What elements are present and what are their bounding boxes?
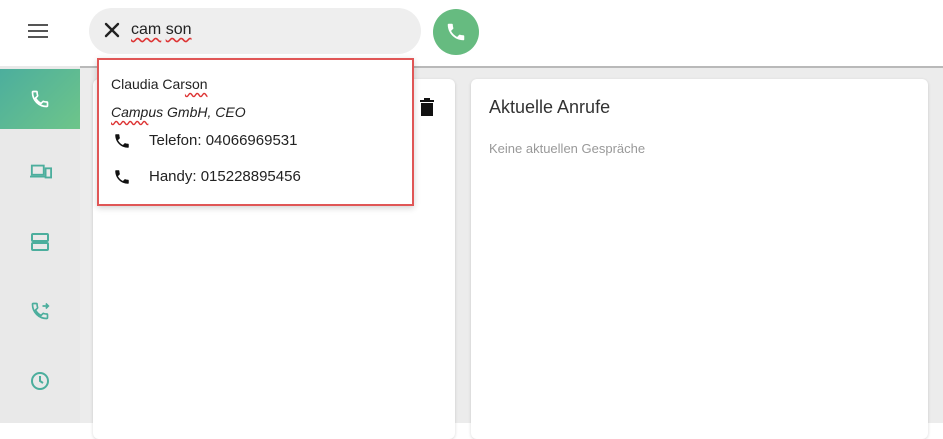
contact-company: Campus GmbH, CEO	[111, 104, 246, 120]
clock-icon	[31, 372, 49, 390]
devices-icon	[30, 164, 52, 179]
sidebar-item-history[interactable]	[0, 351, 80, 411]
phone-icon	[31, 90, 49, 108]
search-query[interactable]: cam son	[131, 21, 191, 39]
current-calls-card: Aktuelle Anrufe Keine aktuellen Gespräch…	[471, 79, 928, 439]
contact-name-prefix: Claudia Car	[111, 76, 185, 92]
search-field[interactable]: cam son	[89, 8, 421, 54]
current-calls-title: Aktuelle Anrufe	[489, 97, 611, 117]
contact-company-rest: us GmbH, CEO	[148, 104, 246, 120]
phone-icon	[447, 23, 465, 41]
call-forward-icon	[31, 302, 50, 320]
search-query-word1: cam	[131, 21, 162, 38]
trash-icon[interactable]	[420, 98, 434, 121]
sidebar-item-call-forward[interactable]	[0, 281, 80, 341]
phone-label: Telefon: 04066969531	[149, 132, 298, 149]
search-query-word2: son	[165, 21, 192, 38]
top-bar: cam son	[0, 0, 943, 66]
contact-name-match: son	[184, 76, 208, 92]
phone-label: Handy: 015228895456	[149, 168, 301, 185]
contact-company-match: Camp	[111, 104, 149, 120]
sidebar-item-calls[interactable]	[0, 69, 80, 129]
sidebar-item-server[interactable]	[0, 212, 80, 272]
sidebar	[0, 66, 80, 423]
call-button[interactable]	[433, 9, 479, 55]
sidebar-item-devices[interactable]	[0, 142, 80, 202]
phone-icon	[115, 134, 129, 148]
clear-search-icon[interactable]	[103, 21, 121, 39]
search-result-popup[interactable]: Claudia Carson Campus GmbH, CEO Telefon:…	[97, 58, 414, 206]
contact-name[interactable]: Claudia Carson	[111, 76, 208, 92]
menu-icon[interactable]	[28, 24, 48, 40]
server-icon	[31, 233, 49, 251]
current-calls-empty: Keine aktuellen Gespräche	[489, 141, 646, 156]
phone-icon	[115, 170, 129, 184]
